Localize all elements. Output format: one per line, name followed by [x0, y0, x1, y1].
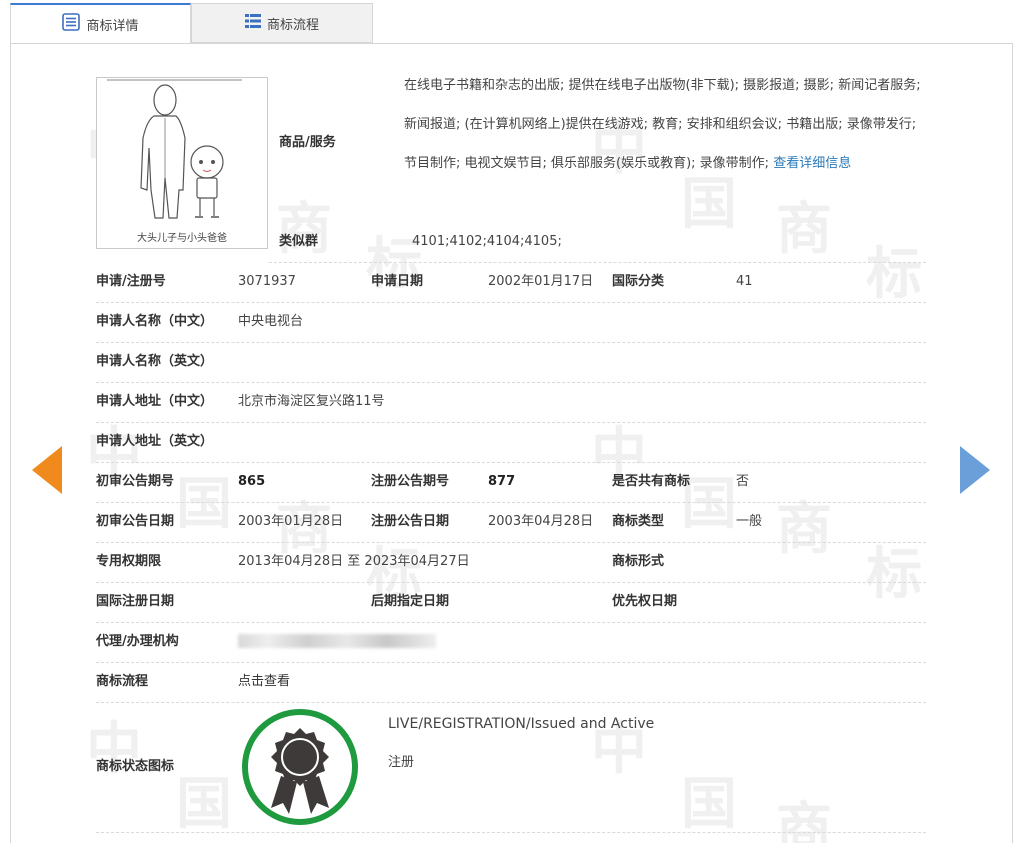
status-cn-text: 注册 [388, 755, 415, 770]
list-icon [62, 13, 81, 35]
process-link[interactable]: 点击查看 [238, 662, 290, 702]
address-en-row: 申请人地址（英文） [96, 422, 926, 463]
tab-trademark-details[interactable]: 商标详情 [10, 3, 191, 44]
type-value: 一般 [736, 514, 763, 529]
trademark-image: 大头儿子与小头爸爸 [96, 77, 268, 249]
announcement-no-row: 初审公告期号 865 注册公告期号 877 是否共有商标 否 [96, 462, 926, 503]
type-label: 商标类型 [612, 514, 665, 529]
prelim-no-label: 初审公告期号 [96, 474, 175, 489]
address-cn-label: 申请人地址（中文） [96, 394, 214, 409]
tab-trademark-process[interactable]: 商标流程 [191, 3, 373, 43]
tab-label: 商标详情 [86, 18, 139, 34]
status-en-text: LIVE/REGISTRATION/Issued and Active [388, 716, 655, 732]
similar-group-value: 4101;4102;4104;4105; [412, 234, 562, 249]
intl-class-value: 41 [736, 274, 753, 289]
prelim-no-value: 865 [238, 474, 266, 489]
registration-row: 申请/注册号 3071937 申请日期 2002年01月17日 国际分类 41 [96, 262, 926, 303]
goods-services-text: 在线电子书籍和杂志的出版; 提供在线电子出版物(非下载); 摄影报道; 摄影; … [404, 66, 924, 183]
reg-no-label: 申请/注册号 [96, 274, 166, 289]
announcement-date-row: 初审公告日期 2003年01月28日 注册公告日期 2003年04月28日 商标… [96, 502, 926, 543]
similar-group-row: 类似群 4101;4102;4104;4105; [269, 222, 926, 263]
app-date-value: 2002年01月17日 [488, 274, 594, 289]
tab-label: 商标流程 [266, 17, 319, 33]
process-row: 商标流程 点击查看 [96, 662, 926, 703]
prelim-date-value: 2003年01月28日 [238, 514, 344, 529]
applicant-en-label: 申请人名称（英文） [96, 354, 214, 369]
dates-row: 国际注册日期 后期指定日期 优先权日期 [96, 582, 926, 623]
reg-pub-date-value: 2003年04月28日 [488, 514, 594, 529]
similar-group-label: 类似群 [279, 234, 319, 249]
agent-row: 代理/办理机构 [96, 622, 926, 663]
address-en-label: 申请人地址（英文） [96, 434, 214, 449]
applicant-en-row: 申请人名称（英文） [96, 342, 926, 383]
applicant-cn-label: 申请人名称（中文） [96, 314, 214, 329]
applicant-cn-row: 申请人名称（中文） 中央电视台 [96, 302, 926, 343]
intl-class-label: 国际分类 [612, 274, 665, 289]
exclusive-row: 专用权期限 2013年04月28日 至 2023年04月27日 商标形式 [96, 542, 926, 583]
view-details-link[interactable]: 查看详细信息 [773, 156, 851, 171]
trademark-image-caption: 大头儿子与小头爸爸 [137, 233, 227, 244]
shared-value: 否 [736, 474, 750, 489]
prelim-date-label: 初审公告日期 [96, 514, 175, 529]
intl-reg-date-label: 国际注册日期 [96, 594, 175, 609]
reg-pub-no-value: 877 [488, 474, 516, 489]
status-seal-icon [241, 708, 359, 830]
goods-services-label: 商品/服务 [279, 135, 336, 150]
shared-label: 是否共有商标 [612, 474, 691, 489]
later-desig-label: 后期指定日期 [371, 594, 450, 609]
status-label: 商标状态图标 [96, 759, 175, 774]
app-date-label: 申请日期 [371, 274, 424, 289]
applicant-cn-value: 中央电视台 [238, 314, 304, 329]
form-label: 商标形式 [612, 554, 665, 569]
exclusive-label: 专用权期限 [96, 554, 162, 569]
trademark-drawing [107, 79, 242, 219]
reg-pub-date-label: 注册公告日期 [371, 514, 450, 529]
agent-value-blurred [238, 634, 436, 648]
address-cn-row: 申请人地址（中文） 北京市海淀区复兴路11号 [96, 382, 926, 423]
status-row: 商标状态图标 LIVE/REGISTRATION/Issued and Acti… [96, 702, 926, 833]
process-label: 商标流程 [96, 674, 149, 689]
details-panel: 中 国 商 标 中 国 商 标 中 国 商 标 中 国 商 标 中 国 中 国 … [10, 43, 1013, 843]
grid-icon [244, 13, 261, 33]
agent-label: 代理/办理机构 [96, 634, 179, 649]
reg-no-value: 3071937 [238, 274, 296, 289]
address-cn-value: 北京市海淀区复兴路11号 [238, 394, 385, 409]
reg-pub-no-label: 注册公告期号 [371, 474, 450, 489]
priority-label: 优先权日期 [612, 594, 678, 609]
exclusive-value: 2013年04月28日 至 2023年04月27日 [238, 554, 470, 569]
